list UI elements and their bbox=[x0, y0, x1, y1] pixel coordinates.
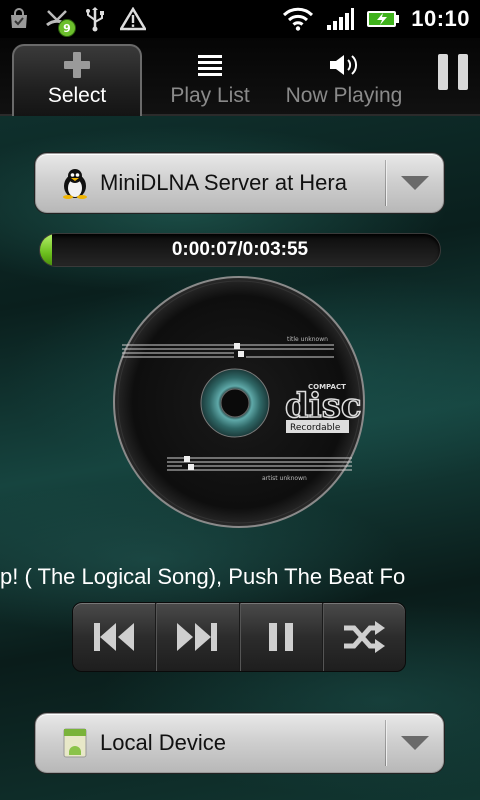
now-playing-title: p! ( The Logical Song), Push The Beat Fo bbox=[0, 560, 480, 594]
android-device-icon bbox=[56, 726, 94, 760]
usb-icon bbox=[82, 6, 108, 32]
svg-text:artist unknown: artist unknown bbox=[262, 475, 307, 482]
missed-call-icon: 9 bbox=[44, 6, 76, 37]
wifi-icon bbox=[281, 6, 315, 32]
shuffle-button[interactable] bbox=[323, 603, 405, 671]
compact-disc-icon: title unknown artist unknown COMPACT dis… bbox=[112, 275, 366, 529]
skip-previous-icon bbox=[94, 623, 135, 651]
plus-icon bbox=[62, 50, 92, 80]
tab-now-playing[interactable]: Now Playing bbox=[278, 44, 410, 116]
device-select-label: Local Device bbox=[100, 730, 226, 755]
transport-controls bbox=[72, 602, 406, 672]
shopping-bag-icon bbox=[6, 6, 32, 32]
pause-icon[interactable] bbox=[438, 54, 468, 90]
pause-icon bbox=[268, 623, 293, 651]
playback-progress[interactable]: 0:00:07/0:03:55 bbox=[39, 233, 441, 267]
signal-icon bbox=[325, 6, 355, 32]
tab-label: Select bbox=[47, 84, 107, 107]
pause-button[interactable] bbox=[240, 603, 323, 671]
tab-bar: Select Play List Now Playing bbox=[0, 38, 480, 116]
device-select[interactable]: Local Device bbox=[35, 713, 444, 773]
shuffle-icon bbox=[343, 621, 385, 653]
tab-label: Now Playing bbox=[285, 84, 403, 107]
status-bar: 9 10:10 bbox=[0, 0, 480, 38]
speaker-icon bbox=[328, 50, 360, 80]
svg-text:Recordable: Recordable bbox=[290, 423, 341, 433]
next-button[interactable] bbox=[156, 603, 240, 671]
tab-play-list[interactable]: Play List bbox=[148, 44, 272, 116]
list-icon bbox=[197, 50, 223, 80]
warning-icon bbox=[120, 6, 146, 32]
tab-label: Play List bbox=[170, 84, 250, 107]
linux-penguin-icon bbox=[56, 166, 94, 200]
chevron-down-icon[interactable] bbox=[387, 153, 443, 213]
battery-charging-icon bbox=[365, 6, 401, 32]
chevron-down-icon[interactable] bbox=[387, 713, 443, 773]
svg-text:title unknown: title unknown bbox=[287, 336, 328, 343]
skip-next-icon bbox=[177, 623, 218, 651]
server-select[interactable]: MiniDLNA Server at Hera bbox=[35, 153, 444, 213]
now-playing-title-text: p! ( The Logical Song), Push The Beat Fo bbox=[0, 564, 406, 589]
previous-button[interactable] bbox=[73, 603, 157, 671]
clock: 10:10 bbox=[411, 6, 470, 31]
notification-count-badge: 9 bbox=[58, 19, 76, 37]
tab-select[interactable]: Select bbox=[12, 44, 142, 116]
playback-position-text: 0:00:07/0:03:55 bbox=[171, 239, 309, 260]
server-select-label: MiniDLNA Server at Hera bbox=[100, 170, 347, 195]
